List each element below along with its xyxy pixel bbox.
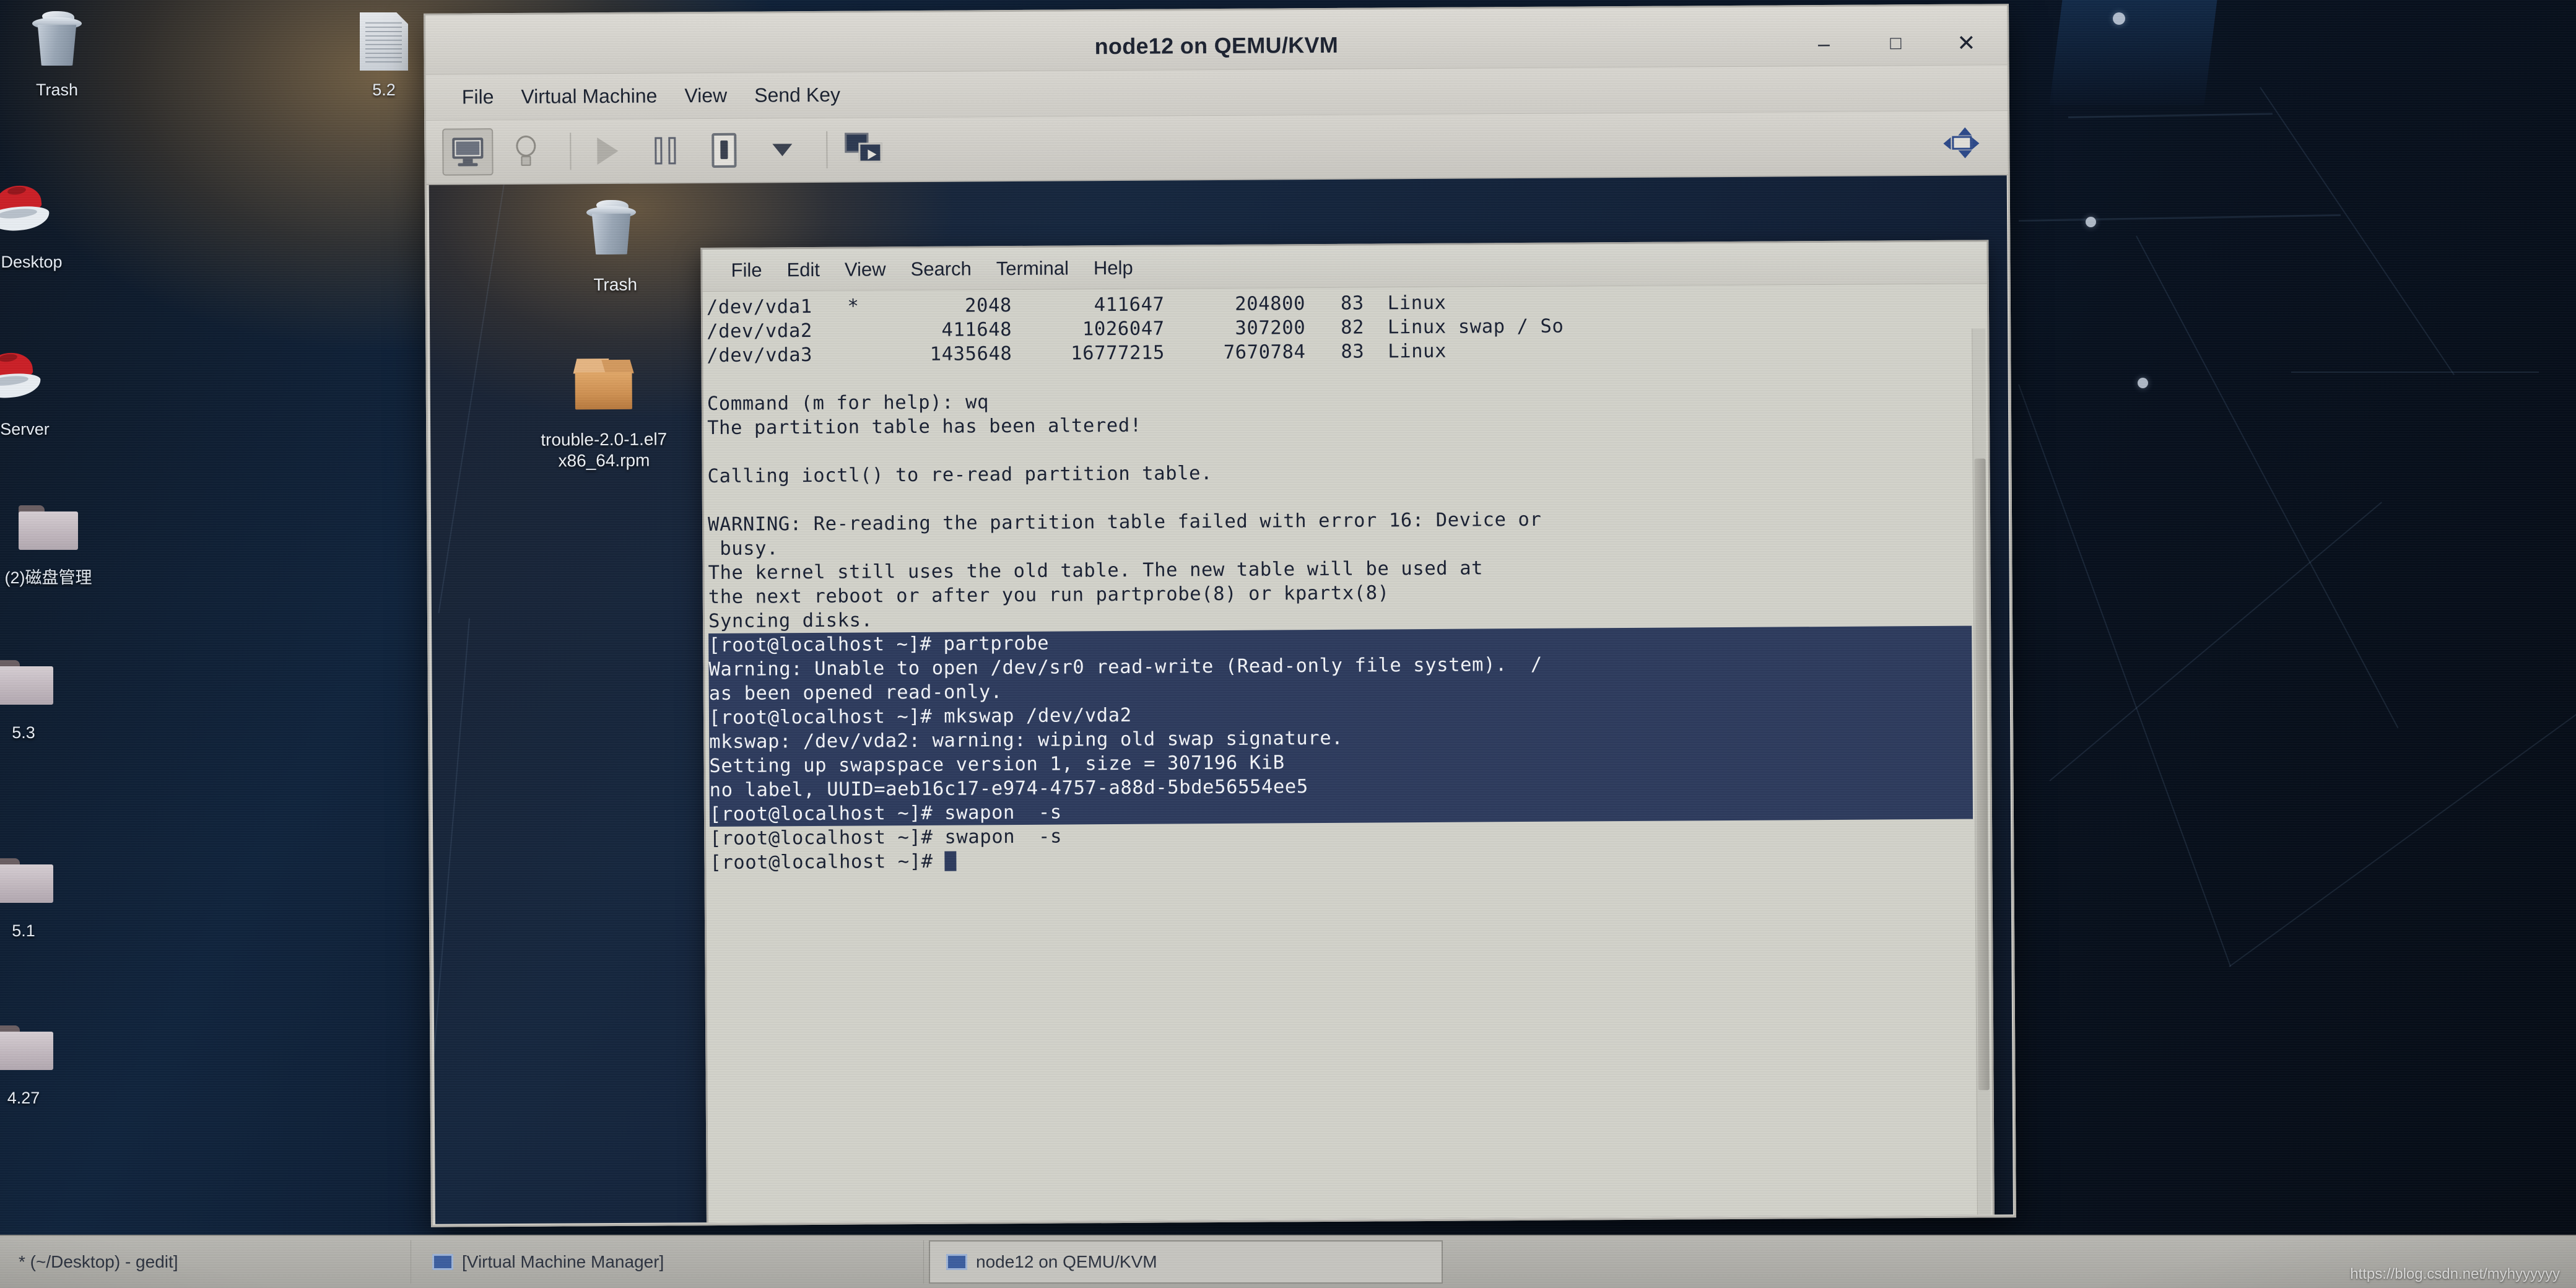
app-icon <box>432 1254 453 1270</box>
wallpaper-line <box>2018 214 2341 222</box>
toolbar-separator <box>826 131 828 168</box>
minimize-button[interactable]: – <box>1806 28 1841 60</box>
watermark: https://blog.csdn.net/myhyyyyyy <box>2350 1266 2560 1282</box>
vm-window-titlebar[interactable]: node12 on QEMU/KVM – □ ✕ <box>425 6 2008 75</box>
shutdown-menu-button[interactable] <box>757 126 807 173</box>
wallpaper-line <box>2049 502 2382 781</box>
guest-icon-trouble-rpm[interactable]: trouble-2.0-1.el7 x86_64.rpm <box>510 350 697 471</box>
taskbar-item-label: * (~/Desktop) - gedit] <box>19 1252 178 1271</box>
pause-icon <box>654 137 677 165</box>
desktop-icon-label: ew Desktop <box>0 253 63 271</box>
guest-wallpaper-line <box>438 184 505 614</box>
wallpaper-line <box>2229 711 2576 967</box>
menu-file[interactable]: File <box>448 79 508 115</box>
taskbar-item-node12[interactable]: node12 on QEMU/KVM <box>929 1240 1443 1284</box>
menu-view[interactable]: View <box>671 78 741 114</box>
terminal-menu-help[interactable]: Help <box>1081 251 1146 284</box>
terminal-cursor <box>944 851 957 871</box>
desktop-icon-trash[interactable]: Trash <box>0 7 119 100</box>
desktop-icon-label: (2)磁盘管理 <box>4 568 92 587</box>
desktop-icon-label: iew Server <box>0 420 50 438</box>
folder-icon <box>0 848 85 916</box>
details-view-button[interactable] <box>500 128 551 175</box>
terminal-menu-file[interactable]: File <box>718 254 774 287</box>
run-button[interactable] <box>582 128 633 175</box>
menu-send-key[interactable]: Send Key <box>741 77 854 113</box>
wallpaper-line <box>2136 235 2399 729</box>
folder-icon <box>0 650 85 718</box>
wallpaper-dot <box>2138 378 2148 388</box>
terminal-body[interactable]: /dev/vda1 * 2048 411647 204800 83 Linux /… <box>702 284 1993 1224</box>
snapshot-button[interactable] <box>838 126 889 173</box>
terminal-selected-block: [root@localhost ~]# partprobe Warning: Un… <box>708 625 1973 827</box>
power-icon <box>711 133 737 168</box>
wallpaper-line <box>2260 87 2455 375</box>
terminal-menu-terminal[interactable]: Terminal <box>984 252 1081 285</box>
wallpaper-dot <box>2086 217 2096 227</box>
desktop-icon-label: Trash <box>35 80 78 99</box>
close-button[interactable]: ✕ <box>1949 27 1983 59</box>
shutdown-button[interactable] <box>698 127 749 174</box>
desktop-icon-new-desktop[interactable]: ew Desktop <box>0 180 80 272</box>
guest-icon-label-line2: x86_64.rpm <box>558 450 650 471</box>
pause-button[interactable] <box>640 127 691 174</box>
terminal-scrollbar-thumb[interactable] <box>1974 458 1990 1090</box>
desktop-icon-4-27[interactable]: 4.27 <box>0 1016 85 1108</box>
desktop-icon-disk-management[interactable]: (2)磁盘管理 <box>0 495 135 588</box>
wallpaper-line <box>2291 372 2539 373</box>
monitor-icon <box>452 137 484 167</box>
taskbar-item-gedit[interactable]: * (~/Desktop) - gedit] <box>2 1240 411 1284</box>
trash-icon <box>0 7 119 76</box>
console-view-button[interactable] <box>442 128 494 176</box>
desktop-background: Trash 5.2 ew Desktop iew Server (2)磁盘管理 … <box>0 0 2576 1288</box>
terminal-menu-search[interactable]: Search <box>898 253 984 285</box>
terminal-menu-view[interactable]: View <box>832 253 899 286</box>
redhat-logo-icon <box>0 180 80 248</box>
terminal-menu-edit[interactable]: Edit <box>774 253 832 286</box>
folder-icon <box>0 1016 85 1084</box>
chevron-down-icon <box>772 144 793 157</box>
virt-manager-vm-window[interactable]: node12 on QEMU/KVM – □ ✕ File Virtual Ma… <box>424 4 2016 1227</box>
gnome-terminal-window[interactable]: File Edit View Search Terminal Help /dev… <box>700 240 1995 1224</box>
vm-toolbar <box>426 111 2008 185</box>
fullscreen-button[interactable] <box>1943 127 1980 159</box>
guest-icon-label: trouble-2.0-1.el7 <box>541 429 668 450</box>
rpm-package-icon <box>510 350 697 424</box>
folder-icon <box>0 495 135 564</box>
taskbar-item-label: [Virtual Machine Manager] <box>462 1252 664 1271</box>
play-icon <box>597 137 619 165</box>
wallpaper-dot <box>2113 12 2125 25</box>
guest-desktop-viewport[interactable]: Trash trouble-2.0-1.el7 x86_64.rpm File … <box>429 175 2013 1224</box>
guest-wallpaper-line <box>429 618 471 1174</box>
desktop-icon-5-1[interactable]: 5.1 <box>0 848 85 941</box>
maximize-button[interactable]: □ <box>1878 27 1913 59</box>
guest-icon-trash[interactable]: Trash <box>522 196 708 295</box>
toolbar-separator <box>570 133 572 170</box>
desktop-icon-new-server[interactable]: iew Server <box>0 347 72 439</box>
desktop-icon-label: 5.1 <box>12 921 35 940</box>
menu-virtual-machine[interactable]: Virtual Machine <box>507 78 671 115</box>
desktop-icon-label: 5.2 <box>372 80 396 99</box>
taskbar-item-label: node12 on QEMU/KVM <box>976 1252 1157 1271</box>
vm-window-title: node12 on QEMU/KVM <box>1094 32 1339 59</box>
taskbar-item-virtual-machine-manager[interactable]: [Virtual Machine Manager] <box>416 1240 924 1284</box>
terminal-output: /dev/vda1 * 2048 411647 204800 83 Linux /… <box>707 288 1976 1224</box>
app-icon <box>946 1254 967 1270</box>
guest-icon-label: Trash <box>593 274 638 295</box>
desktop-icon-label: 4.27 <box>7 1089 40 1107</box>
desktop-icon-label: 5.3 <box>12 723 35 742</box>
terminal-scrollbar[interactable] <box>1972 328 1991 1224</box>
wallpaper-line <box>2018 384 2231 967</box>
dual-monitor-icon <box>845 133 883 166</box>
redhat-logo-icon <box>0 347 72 415</box>
lightbulb-icon <box>513 135 538 168</box>
terminal-menubar: File Edit View Search Terminal Help <box>702 242 1987 292</box>
wallpaper-line <box>2068 113 2273 118</box>
trash-icon <box>522 196 708 269</box>
wallpaper-band <box>2049 0 2217 105</box>
desktop-icon-5-3[interactable]: 5.3 <box>0 650 85 742</box>
taskbar: * (~/Desktop) - gedit] [Virtual Machine … <box>0 1235 2576 1288</box>
